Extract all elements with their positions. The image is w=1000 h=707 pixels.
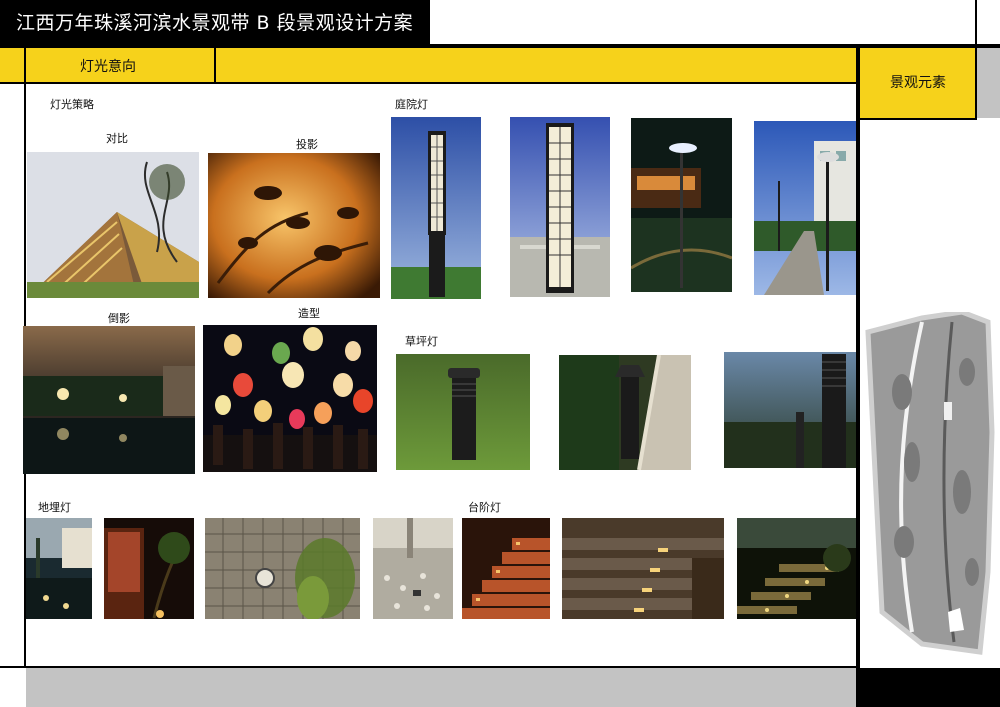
section-title: 灯光意向: [80, 59, 136, 75]
photo-inground-4: [373, 518, 453, 619]
footer-black: [860, 668, 1000, 707]
header-band-left: [0, 48, 24, 82]
footer-band: [26, 668, 856, 707]
header-underline: [0, 82, 858, 84]
caption-projection: 投影: [296, 138, 318, 151]
photo-step-light-3: [737, 518, 856, 619]
photo-step-light-2: [562, 518, 724, 619]
photo-inground-1: [26, 518, 92, 619]
side-panel-gray: [977, 48, 1000, 118]
caption-contrast: 对比: [106, 132, 128, 145]
photo-step-light-1: [462, 518, 550, 619]
group-label-lawn: 草坪灯: [405, 335, 438, 348]
side-title: 景观元素: [890, 75, 946, 91]
header-overline: [0, 46, 1000, 48]
photo-contrast-pyramid: [27, 152, 199, 298]
page-title: 江西万年珠溪河滨水景观带 B 段景观设计方案: [0, 0, 430, 46]
group-label-courtyard: 庭院灯: [395, 98, 428, 111]
caption-shaping: 造型: [298, 307, 320, 320]
photo-lawn-lamp-2: [559, 355, 691, 470]
header-divider: [214, 48, 216, 82]
header-band-middle: [216, 48, 858, 82]
photo-inground-2: [104, 518, 194, 619]
photo-courtyard-lamp-1: [391, 117, 481, 299]
photo-reflection-night: [23, 326, 195, 474]
photo-projection-shadows: [208, 153, 380, 298]
group-label-inground: 地埋灯: [38, 501, 71, 514]
photo-lawn-lamp-3: [724, 352, 856, 468]
caption-reflection: 倒影: [108, 312, 130, 325]
photo-courtyard-lamp-4: [754, 121, 856, 295]
photo-inground-3: [205, 518, 360, 619]
side-panel-rule: [858, 118, 976, 120]
group-label-strategy: 灯光策略: [50, 98, 94, 111]
site-plan-map: [862, 312, 1000, 662]
photo-sky-lanterns: [203, 325, 377, 472]
right-edge-rule: [975, 0, 977, 48]
photo-lawn-lamp-1: [396, 354, 530, 470]
content-right-rule: [856, 48, 860, 707]
photo-courtyard-lamp-3: [631, 118, 732, 292]
group-label-step: 台阶灯: [468, 501, 501, 514]
photo-courtyard-lamp-2: [510, 117, 610, 297]
